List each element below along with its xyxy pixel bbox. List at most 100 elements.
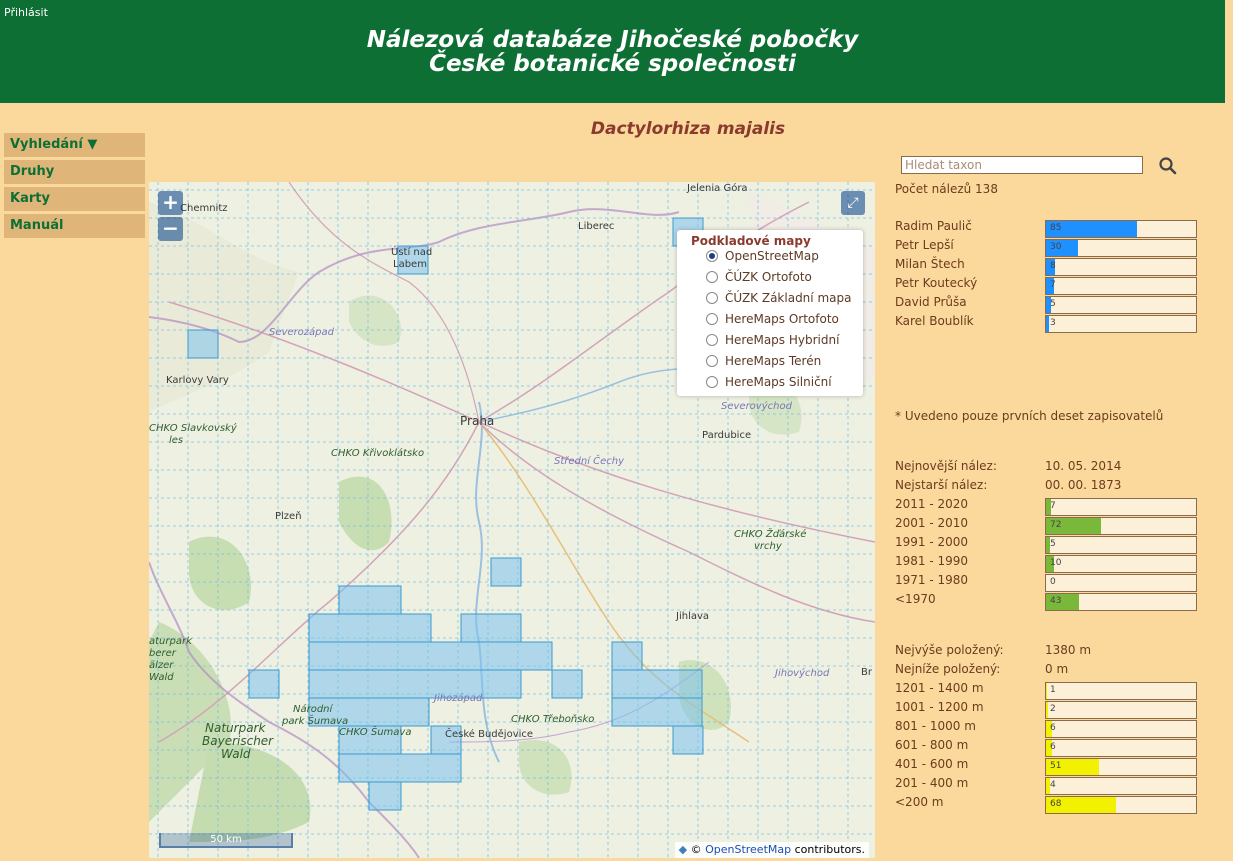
osm-link[interactable]: OpenStreetMap	[705, 843, 791, 856]
menu-item-search[interactable]: Vyhledání ▼	[4, 133, 145, 157]
map-label-usti-2: Labem	[393, 259, 427, 270]
recorder-bar: 30	[1045, 239, 1197, 257]
decade-bar-value: 7	[1050, 501, 1056, 511]
decade-label: 2001 - 2010	[895, 516, 969, 530]
oldest-record-label: Nejstarší nález:	[895, 478, 988, 492]
map-label-vrchy: vrchy	[754, 541, 782, 552]
decade-label: 1981 - 1990	[895, 554, 969, 568]
login-link[interactable]: Přihlásit	[4, 6, 48, 19]
map-label-jihlava: Jihlava	[676, 611, 710, 622]
scale-bar: 50 km	[159, 833, 293, 848]
altitude-bar: 2	[1045, 701, 1197, 719]
main-menu: Vyhledání ▼ Druhy Karty Manuál	[4, 133, 145, 241]
taxon-title: Dactylorhiza majalis	[590, 119, 786, 139]
map-label-karlovy-vary: Karlovy Vary	[166, 375, 229, 386]
recorder-label: Radim Paulič	[895, 219, 972, 233]
radio-unselected[interactable]	[706, 355, 718, 367]
altitude-bar: 51	[1045, 758, 1197, 776]
map-label-oberer: berer	[149, 648, 176, 659]
radio-unselected[interactable]	[706, 376, 718, 388]
map-label-praha: Praha	[460, 414, 495, 428]
altitude-bar-value: 51	[1050, 761, 1062, 771]
decade-bar: 72	[1045, 517, 1197, 535]
highest-altitude-value: 1380 m	[1045, 643, 1092, 657]
radio-unselected[interactable]	[706, 313, 718, 325]
decade-bar-value: 0	[1050, 577, 1056, 587]
expand-icon[interactable]: ⤢	[841, 191, 865, 215]
map-label-plzen: Plzeň	[275, 511, 302, 522]
layer-option-here-ortofoto[interactable]: HereMaps Ortofoto	[706, 309, 839, 329]
altitude-label: <200 m	[895, 795, 944, 809]
menu-item-manual[interactable]: Manuál	[4, 214, 145, 238]
layer-option-here-teren[interactable]: HereMaps Terén	[706, 351, 821, 371]
map-label-wald: Wald	[221, 747, 251, 761]
recorder-label: Petr Lepší	[895, 238, 954, 252]
recorder-bar: 85	[1045, 220, 1197, 238]
altitude-bar-fill	[1046, 702, 1049, 718]
zoom-out-button[interactable]: −	[158, 217, 183, 241]
layer-option-here-silnicni[interactable]: HereMaps Silniční	[706, 372, 832, 392]
altitude-bar-value: 6	[1050, 742, 1056, 752]
recorder-bar-value: 8	[1050, 261, 1056, 271]
decade-bar: 7	[1045, 498, 1197, 516]
taxon-search-input[interactable]	[901, 156, 1143, 174]
altitude-label: 1201 - 1400 m	[895, 681, 984, 695]
map-label-severozapad: Severozápad	[269, 327, 334, 338]
decade-bar: 10	[1045, 555, 1197, 573]
layer-option-cuzk-zakladni[interactable]: ČÚZK Základní mapa	[706, 288, 851, 308]
map-label-bayerischer: Bayerischer	[202, 734, 274, 748]
decade-label: 1971 - 1980	[895, 573, 969, 587]
search-icon[interactable]	[1158, 156, 1178, 176]
decade-label: 1991 - 2000	[895, 535, 969, 549]
radio-unselected[interactable]	[706, 271, 718, 283]
altitude-bar-fill	[1046, 683, 1048, 699]
menu-item-species[interactable]: Druhy	[4, 160, 145, 184]
map-label-ceske-budejovice: České Budějovice	[445, 729, 534, 740]
radio-unselected[interactable]	[706, 334, 718, 346]
map-label-chemnitz: Chemnitz	[180, 203, 228, 214]
recorder-bar-value: 7	[1050, 280, 1056, 290]
altitude-label: 201 - 400 m	[895, 776, 969, 790]
recorder-bar-value: 30	[1050, 242, 1062, 252]
layer-option-label: ČÚZK Ortofoto	[725, 270, 812, 284]
layer-option-cuzk-ortofoto[interactable]: ČÚZK Ortofoto	[706, 267, 812, 287]
recorders-note: * Uvedeno pouze prvních deset zapisovate…	[895, 409, 1164, 423]
radio-unselected[interactable]	[706, 292, 718, 304]
radio-selected[interactable]	[706, 250, 718, 262]
map-label-pfalzer: älzer	[149, 660, 174, 671]
recorder-label: Karel Boublík	[895, 314, 974, 328]
decade-bar: 0	[1045, 574, 1197, 592]
newest-record-label: Nejnovější nález:	[895, 459, 997, 473]
distribution-map[interactable]: Chemnitz Liberec Jelenia Góra Ústí nad L…	[149, 182, 875, 858]
layer-option-openstreetmap[interactable]: OpenStreetMap	[706, 246, 819, 266]
recorder-bar: 8	[1045, 258, 1197, 276]
altitude-bar-value: 1	[1050, 685, 1056, 695]
lowest-altitude-value: 0 m	[1045, 662, 1069, 676]
map-label-severovychod: Severovýchod	[721, 401, 792, 412]
recorder-bar-fill	[1046, 316, 1050, 332]
recorder-bar: 7	[1045, 277, 1197, 295]
newest-record-value: 10. 05. 2014	[1045, 459, 1122, 473]
map-label-pardubice: Pardubice	[702, 430, 752, 441]
decade-label: 2011 - 2020	[895, 497, 969, 511]
site-header: Přihlásit Nálezová databáze Jihočeské po…	[0, 0, 1225, 103]
map-label-br: Br	[861, 667, 872, 678]
layer-option-label: HereMaps Hybridní	[725, 333, 840, 347]
zoom-in-button[interactable]: +	[158, 191, 183, 215]
decade-bar: 5	[1045, 536, 1197, 554]
recorder-bar-value: 85	[1050, 223, 1062, 233]
map-label-naturpark: Naturpark	[205, 721, 266, 735]
altitude-bar-value: 2	[1050, 704, 1056, 714]
menu-item-cards[interactable]: Karty	[4, 187, 145, 211]
altitude-label: 401 - 600 m	[895, 757, 969, 771]
map-label-chko-krivoklatsko: CHKO Křivoklátsko	[331, 448, 425, 459]
layer-option-label: OpenStreetMap	[725, 249, 819, 263]
layer-option-label: HereMaps Silniční	[725, 375, 832, 389]
altitude-bar: 6	[1045, 720, 1197, 738]
map-label-chko-trebonsko: CHKO Třeboňsko	[511, 714, 595, 725]
layer-option-here-hybrid[interactable]: HereMaps Hybridní	[706, 330, 839, 350]
map-label-jihozapad: Jihozápad	[434, 693, 483, 704]
altitude-label: 801 - 1000 m	[895, 719, 976, 733]
openlayers-icon: ◆	[678, 843, 688, 856]
recorder-label: Milan Štech	[895, 257, 965, 271]
